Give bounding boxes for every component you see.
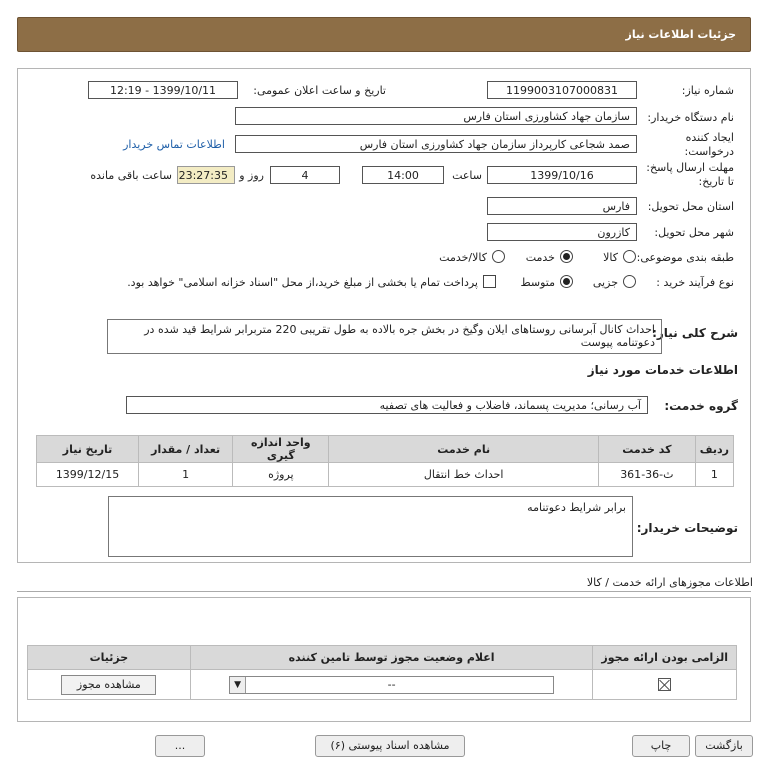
province-field: فارس <box>487 197 637 215</box>
process-label: نوع فرآیند خرید : <box>656 276 734 289</box>
service-group-label: گروه خدمت: <box>664 399 738 413</box>
cell-name: احداث خط انتقال <box>328 462 599 487</box>
city-field: کازرون <box>487 223 637 241</box>
treasury-payment-text: پرداخت تمام یا بخشی از مبلغ خرید،از محل … <box>127 276 478 289</box>
buyer-notes-label: توضیحات خریدار: <box>636 521 738 535</box>
licenses-title: اطلاعات مجوزهای ارائه خدمت / کالا <box>586 576 753 589</box>
col-qty: تعداد / مقدار <box>138 435 234 463</box>
cell-unit: پروژه <box>232 462 330 487</box>
cell-index: 1 <box>694 462 735 487</box>
process-radio-minor[interactable] <box>623 275 636 288</box>
col-details: جزئیات <box>27 645 191 670</box>
col-unit: واحد اندازه گیری <box>232 435 330 463</box>
need-number-label: شماره نیاز: <box>681 84 734 97</box>
licenses-divider <box>17 591 751 592</box>
summary-text: احداث کانال آبرسانی روستاهای ایلان وگیخ … <box>107 319 662 354</box>
more-button[interactable]: ... <box>155 735 205 757</box>
col-required: الزامی بودن ارائه مجوز <box>592 645 737 670</box>
category-radio-goods-service[interactable] <box>492 250 505 263</box>
category-option-service: خدمت <box>525 251 555 264</box>
cell-status: ▼ -- <box>189 669 594 700</box>
remaining-label: ساعت باقی مانده <box>90 169 172 182</box>
col-index: ردیف <box>694 435 735 463</box>
deadline-date-field[interactable]: 1399/10/16 <box>487 166 637 184</box>
cell-required <box>592 669 737 700</box>
required-checkbox-icon <box>658 678 672 692</box>
creator-label: ایجاد کننده درخواست: <box>684 131 734 158</box>
cell-code: ث-36-361 <box>597 462 696 487</box>
page-title-bar: جزئیات اطلاعات نیاز <box>17 17 751 52</box>
need-number-field: 1199003107000831 <box>487 81 637 99</box>
category-radio-goods[interactable] <box>623 250 636 263</box>
category-label: طبقه بندی موضوعی: <box>636 251 734 264</box>
creator-field: صمد شجاعی کارپرداز سازمان جهاد کشاورزی ا… <box>235 135 637 153</box>
province-label: استان محل تحویل: <box>647 200 734 213</box>
deadline-label: مهلت ارسال پاسخ: تا تاریخ: <box>646 161 734 188</box>
back-button[interactable]: بازگشت <box>695 735 753 757</box>
licenses-table: الزامی بودن ارائه مجوز اعلام وضعیت مجوز … <box>27 645 737 700</box>
buyer-org-label: نام دستگاه خریدار: <box>647 111 734 124</box>
days-label: روز و <box>239 169 264 182</box>
chevron-down-icon[interactable]: ▼ <box>230 676 247 693</box>
view-license-button[interactable]: مشاهده مجوز <box>61 674 157 695</box>
treasury-payment-checkbox[interactable] <box>483 275 496 288</box>
col-date: تاریخ نیاز <box>35 435 140 463</box>
announce-field: 1399/10/11 - 12:19 <box>88 81 238 99</box>
remaining-time-field: 23:27:35 <box>177 166 235 184</box>
category-option-goods: کالا <box>603 251 618 264</box>
col-name: نام خدمت <box>328 435 599 463</box>
buyer-notes-box: برابر شرایط دعوتنامه <box>108 496 633 557</box>
category-radio-service[interactable] <box>560 250 573 263</box>
process-option-medium: متوسط <box>520 276 555 289</box>
time-label: ساعت <box>452 169 482 182</box>
table-row: 1 ث-36-361 احداث خط انتقال پروژه 1 1399/… <box>35 462 735 487</box>
buyer-contact-link[interactable]: اطلاعات تماس خریدار <box>123 138 225 151</box>
deadline-time-field[interactable]: 14:00 <box>362 166 444 184</box>
col-code: کد خدمت <box>597 435 696 463</box>
summary-label: شرح کلی نیاز: <box>652 326 738 340</box>
process-option-minor: جزیی <box>592 276 618 289</box>
attachments-button[interactable]: مشاهده اسناد پیوستی (۶) <box>315 735 465 757</box>
service-group-field: آب رسانی؛ مدیریت پسماند، فاضلاب و فعالیت… <box>126 396 648 414</box>
need-details-panel: شماره نیاز: 1199003107000831 تاریخ و ساع… <box>17 68 751 563</box>
licenses-panel: الزامی بودن ارائه مجوز اعلام وضعیت مجوز … <box>17 597 751 722</box>
buyer-org-field: سازمان جهاد کشاورزی استان فارس <box>235 107 637 125</box>
days-field: 4 <box>270 166 340 184</box>
cell-qty: 1 <box>138 462 234 487</box>
announce-label: تاریخ و ساعت اعلان عمومی: <box>253 84 386 97</box>
cell-date: 1399/12/15 <box>35 462 140 487</box>
page-title: جزئیات اطلاعات نیاز <box>625 28 737 41</box>
cell-details: مشاهده مجوز <box>27 669 191 700</box>
license-status-select[interactable]: ▼ -- <box>229 675 555 694</box>
services-heading: اطلاعات خدمات مورد نیاز <box>587 363 738 377</box>
print-button[interactable]: چاپ <box>632 735 690 757</box>
city-label: شهر محل تحویل: <box>654 226 734 239</box>
services-table: ردیف کد خدمت نام خدمت واحد اندازه گیری ت… <box>35 435 735 487</box>
license-status-value: -- <box>387 677 396 691</box>
process-radio-medium[interactable] <box>560 275 573 288</box>
table-row: ▼ -- مشاهده مجوز <box>27 669 737 700</box>
category-option-goods-service: کالا/خدمت <box>439 251 487 264</box>
col-status: اعلام وضعیت مجوز توسط تامین کننده <box>189 645 594 670</box>
